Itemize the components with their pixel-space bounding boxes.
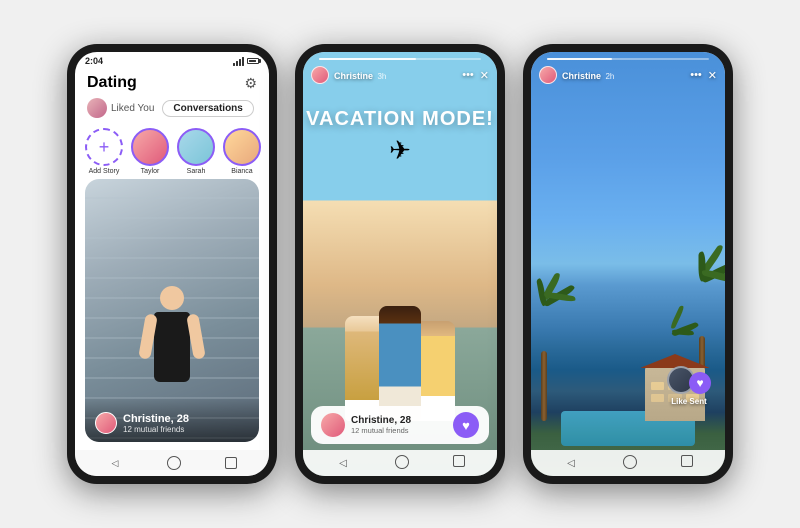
plane-emoji: ✈: [389, 135, 411, 166]
profile-person: [132, 286, 212, 406]
story-top-icons-3: ••• ✕: [690, 69, 717, 82]
story-user-info-2: Christine 3h: [311, 66, 386, 84]
phone-1: 2:04 Dating ⚙ Li: [67, 44, 277, 484]
story-bottom-2: Christine, 28 12 mutual friends ♥: [303, 406, 497, 450]
story-progress-fill-3: [547, 58, 612, 60]
profile-name: Christine, 28: [123, 413, 189, 425]
recent-button[interactable]: [225, 457, 237, 469]
story-time-3: 2h: [605, 72, 614, 81]
back-btn-2[interactable]: ◁: [335, 455, 351, 471]
like-sent-heart-icon: ♥: [689, 372, 711, 394]
back-button[interactable]: ◁: [107, 455, 123, 471]
story-user-avatar-3: [539, 66, 557, 84]
like-heart-button-2[interactable]: ♥: [453, 412, 479, 438]
android-nav-1: ◁: [75, 450, 269, 476]
phone-1-screen: 2:04 Dating ⚙ Li: [75, 52, 269, 476]
story-profile-info-2: Christine, 28 12 mutual friends: [321, 413, 411, 437]
close-story-icon[interactable]: ✕: [480, 69, 489, 82]
back-btn-3[interactable]: ◁: [563, 455, 579, 471]
home-btn-2[interactable]: [395, 455, 409, 469]
story-profile-avatar-2: [321, 413, 345, 437]
more-options-icon-3[interactable]: •••: [690, 69, 702, 81]
liked-avatar: [87, 98, 107, 118]
story-label-taylor: Taylor: [141, 168, 160, 175]
close-story-icon-3[interactable]: ✕: [708, 69, 717, 82]
tabs-row: Liked You Conversations: [75, 96, 269, 124]
story-overlay-2: Christine 3h ••• ✕ VACATION MODE! ✈: [303, 52, 497, 476]
like-sent-label: Like Sent: [671, 397, 707, 406]
tab-conversations[interactable]: Conversations: [162, 100, 253, 117]
story-time-2: 3h: [377, 72, 386, 81]
story-user-avatar-2: [311, 66, 329, 84]
settings-icon[interactable]: ⚙: [244, 75, 257, 92]
story-profile-mutual-2: 12 mutual friends: [351, 426, 411, 435]
story-label-bianca: Bianca: [231, 168, 252, 175]
tab-liked-you[interactable]: Liked You: [87, 98, 154, 118]
story-avatar-sarah: [177, 128, 215, 166]
like-sent-badge: ♥ Like Sent: [667, 366, 711, 406]
story-text: VACATION MODE!: [306, 108, 494, 131]
android-nav-2: ◁: [303, 450, 497, 476]
story-avatar-bianca: [223, 128, 261, 166]
story-profile-name-2: Christine, 28: [351, 415, 411, 426]
more-options-icon[interactable]: •••: [462, 69, 474, 81]
story-add-label: Add Story: [89, 168, 120, 175]
home-btn-3[interactable]: [623, 455, 637, 469]
story-progress-bar: [319, 58, 481, 60]
story-progress-fill: [319, 58, 416, 60]
story-avatar-taylor: [131, 128, 169, 166]
profile-mutual-friends: 12 mutual friends: [123, 425, 189, 434]
profile-info-overlay: Christine, 28 12 mutual friends: [85, 396, 259, 442]
story-screen-2: Christine 3h ••• ✕ VACATION MODE! ✈: [303, 52, 497, 476]
phone-3-screen: ♥ Like Sent Christine 2: [531, 52, 725, 476]
recent-btn-3[interactable]: [681, 455, 693, 467]
stories-row: + Add Story Taylor Sarah Bianca: [75, 124, 269, 179]
battery-icon: [247, 58, 259, 64]
add-story-button[interactable]: +: [85, 128, 123, 166]
profile-mini-avatar: [95, 412, 117, 434]
android-nav-3: ◁: [531, 450, 725, 476]
status-icons: [233, 57, 259, 66]
status-bar-1: 2:04: [75, 52, 269, 68]
dating-header: Dating ⚙: [75, 68, 269, 96]
story-user-info-3: Christine 2h: [539, 66, 614, 84]
story-top-icons-2: ••• ✕: [462, 69, 489, 82]
profile-card[interactable]: Christine, 28 12 mutual friends: [85, 179, 259, 442]
story-profile-card-2: Christine, 28 12 mutual friends ♥: [311, 406, 489, 444]
phone-2-screen: Christine 3h ••• ✕ VACATION MODE! ✈: [303, 52, 497, 476]
phone-2: Christine 3h ••• ✕ VACATION MODE! ✈: [295, 44, 505, 484]
story-add[interactable]: + Add Story: [85, 128, 123, 175]
dating-title: Dating: [87, 74, 137, 92]
phone-3: ♥ Like Sent Christine 2: [523, 44, 733, 484]
story-taylor[interactable]: Taylor: [131, 128, 169, 175]
story-overlay-3: Christine 2h ••• ✕ ◁: [531, 52, 725, 476]
story-content-2: VACATION MODE! ✈: [303, 88, 497, 406]
story-user-name-2: Christine: [334, 71, 373, 81]
story-screen-3: ♥ Like Sent Christine 2: [531, 52, 725, 476]
time-display: 2:04: [85, 56, 103, 66]
story-top-bar-3: Christine 2h ••• ✕: [531, 60, 725, 88]
story-sarah[interactable]: Sarah: [177, 128, 215, 175]
story-label-sarah: Sarah: [187, 168, 206, 175]
story-top-bar-2: Christine 3h ••• ✕: [303, 60, 497, 88]
story-bianca[interactable]: Bianca: [223, 128, 261, 175]
story-user-name-3: Christine: [562, 71, 601, 81]
home-button[interactable]: [167, 456, 181, 470]
story-progress-bar-3: [547, 58, 709, 60]
recent-btn-2[interactable]: [453, 455, 465, 467]
signal-icon: [233, 57, 244, 66]
